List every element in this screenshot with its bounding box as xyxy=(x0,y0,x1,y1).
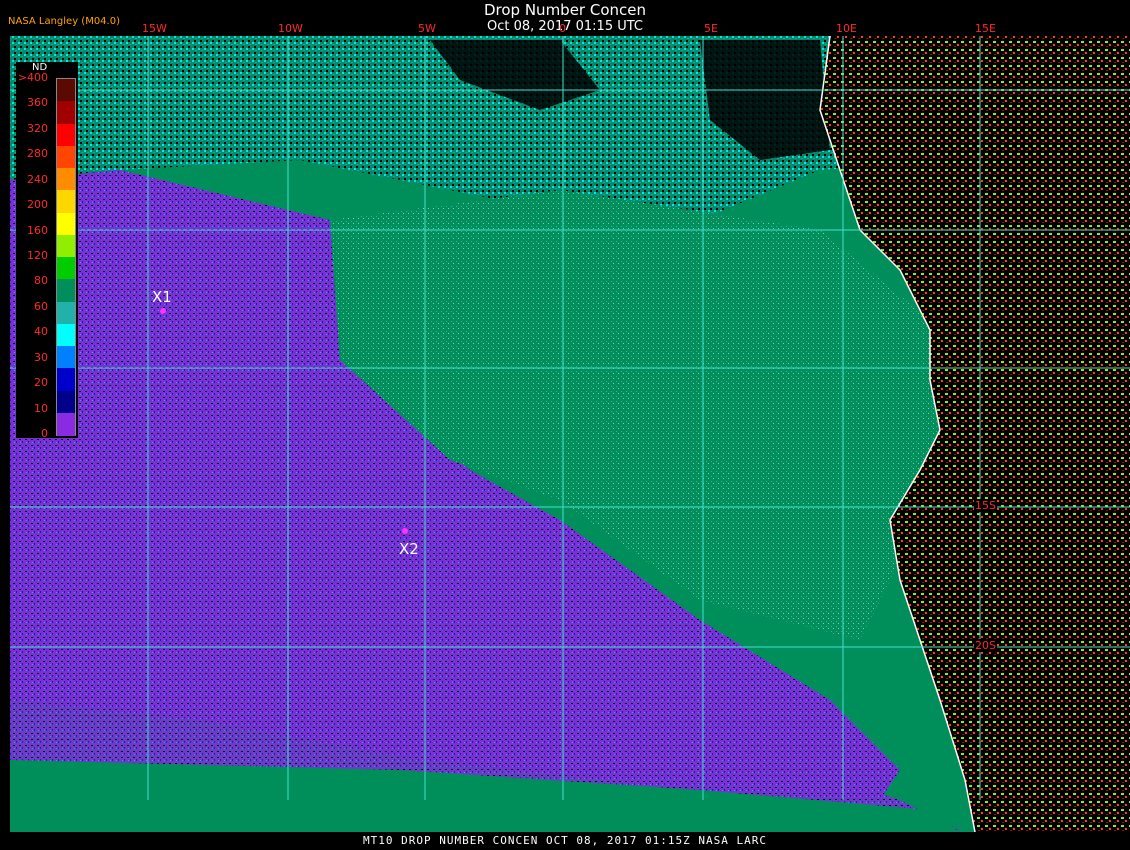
legend-color-cell xyxy=(57,168,75,191)
legend-tick-label: 320 xyxy=(27,121,48,135)
legend-tick-label: 360 xyxy=(27,96,48,110)
legend-tick-label: >400 xyxy=(17,71,48,84)
marker-dot-x1 xyxy=(160,308,166,314)
legend-color-cell xyxy=(57,390,75,414)
marker-label-x2: X2 xyxy=(399,540,419,558)
legend-color-cell xyxy=(57,145,75,169)
legend-color-cell xyxy=(57,123,75,147)
legend-color-cell xyxy=(57,190,75,213)
legend-tick-label: 160 xyxy=(27,223,48,237)
legend-tick-label: 40 xyxy=(34,325,48,339)
legend-tick-label: 30 xyxy=(34,350,48,364)
legend-color-cell xyxy=(57,279,75,302)
legend-tick-label: 10 xyxy=(34,401,48,415)
legend-color-cell xyxy=(57,257,75,280)
lat-label-15s: 15S xyxy=(974,499,997,512)
lon-label-15e: 15E xyxy=(975,22,996,35)
east-outer-region xyxy=(982,36,1130,832)
legend-tick-label: 80 xyxy=(34,274,48,288)
legend-tick-label: 240 xyxy=(27,172,48,186)
legend-color-cell xyxy=(57,101,75,124)
lon-label-0: 0 xyxy=(559,22,566,35)
marker-dot-x2 xyxy=(402,528,408,534)
lon-label-10e: 10E xyxy=(836,22,857,35)
lon-label-15w: 15W xyxy=(142,22,167,35)
legend-color-cell xyxy=(57,212,75,236)
legend-color-cell xyxy=(57,79,75,102)
legend-tick-label: 0 xyxy=(41,427,48,440)
legend-color-cell xyxy=(57,346,75,369)
lon-label-5e: 5E xyxy=(704,22,718,35)
legend-color-cell xyxy=(57,412,75,436)
legend-color-bar xyxy=(56,78,76,436)
legend-tick-label: 60 xyxy=(34,299,48,313)
lat-label-20s: 20S xyxy=(974,639,997,652)
map-title: Drop Number Concen xyxy=(483,1,647,19)
legend-tick-label: 280 xyxy=(27,147,48,161)
marker-label-x1: X1 xyxy=(152,288,172,306)
lon-label-5w: 5W xyxy=(418,22,436,35)
legend-color-cell xyxy=(57,368,75,391)
legend-color-cell xyxy=(57,323,75,347)
legend-tick-label: 200 xyxy=(27,198,48,212)
legend-color-cell xyxy=(57,234,75,258)
legend-color-cell xyxy=(57,301,75,325)
satellite-map xyxy=(10,35,1130,833)
legend-tick-label: 20 xyxy=(34,376,48,390)
legend-tick-label: 120 xyxy=(27,249,48,262)
footer-caption: MT10 DROP NUMBER CONCEN OCT 08, 2017 01:… xyxy=(363,834,767,847)
color-legend: ND >400 360 320 280 240 200 160 120 80 60 40 30 20 10… xyxy=(16,62,78,440)
lon-label-10w: 10W xyxy=(278,22,303,35)
